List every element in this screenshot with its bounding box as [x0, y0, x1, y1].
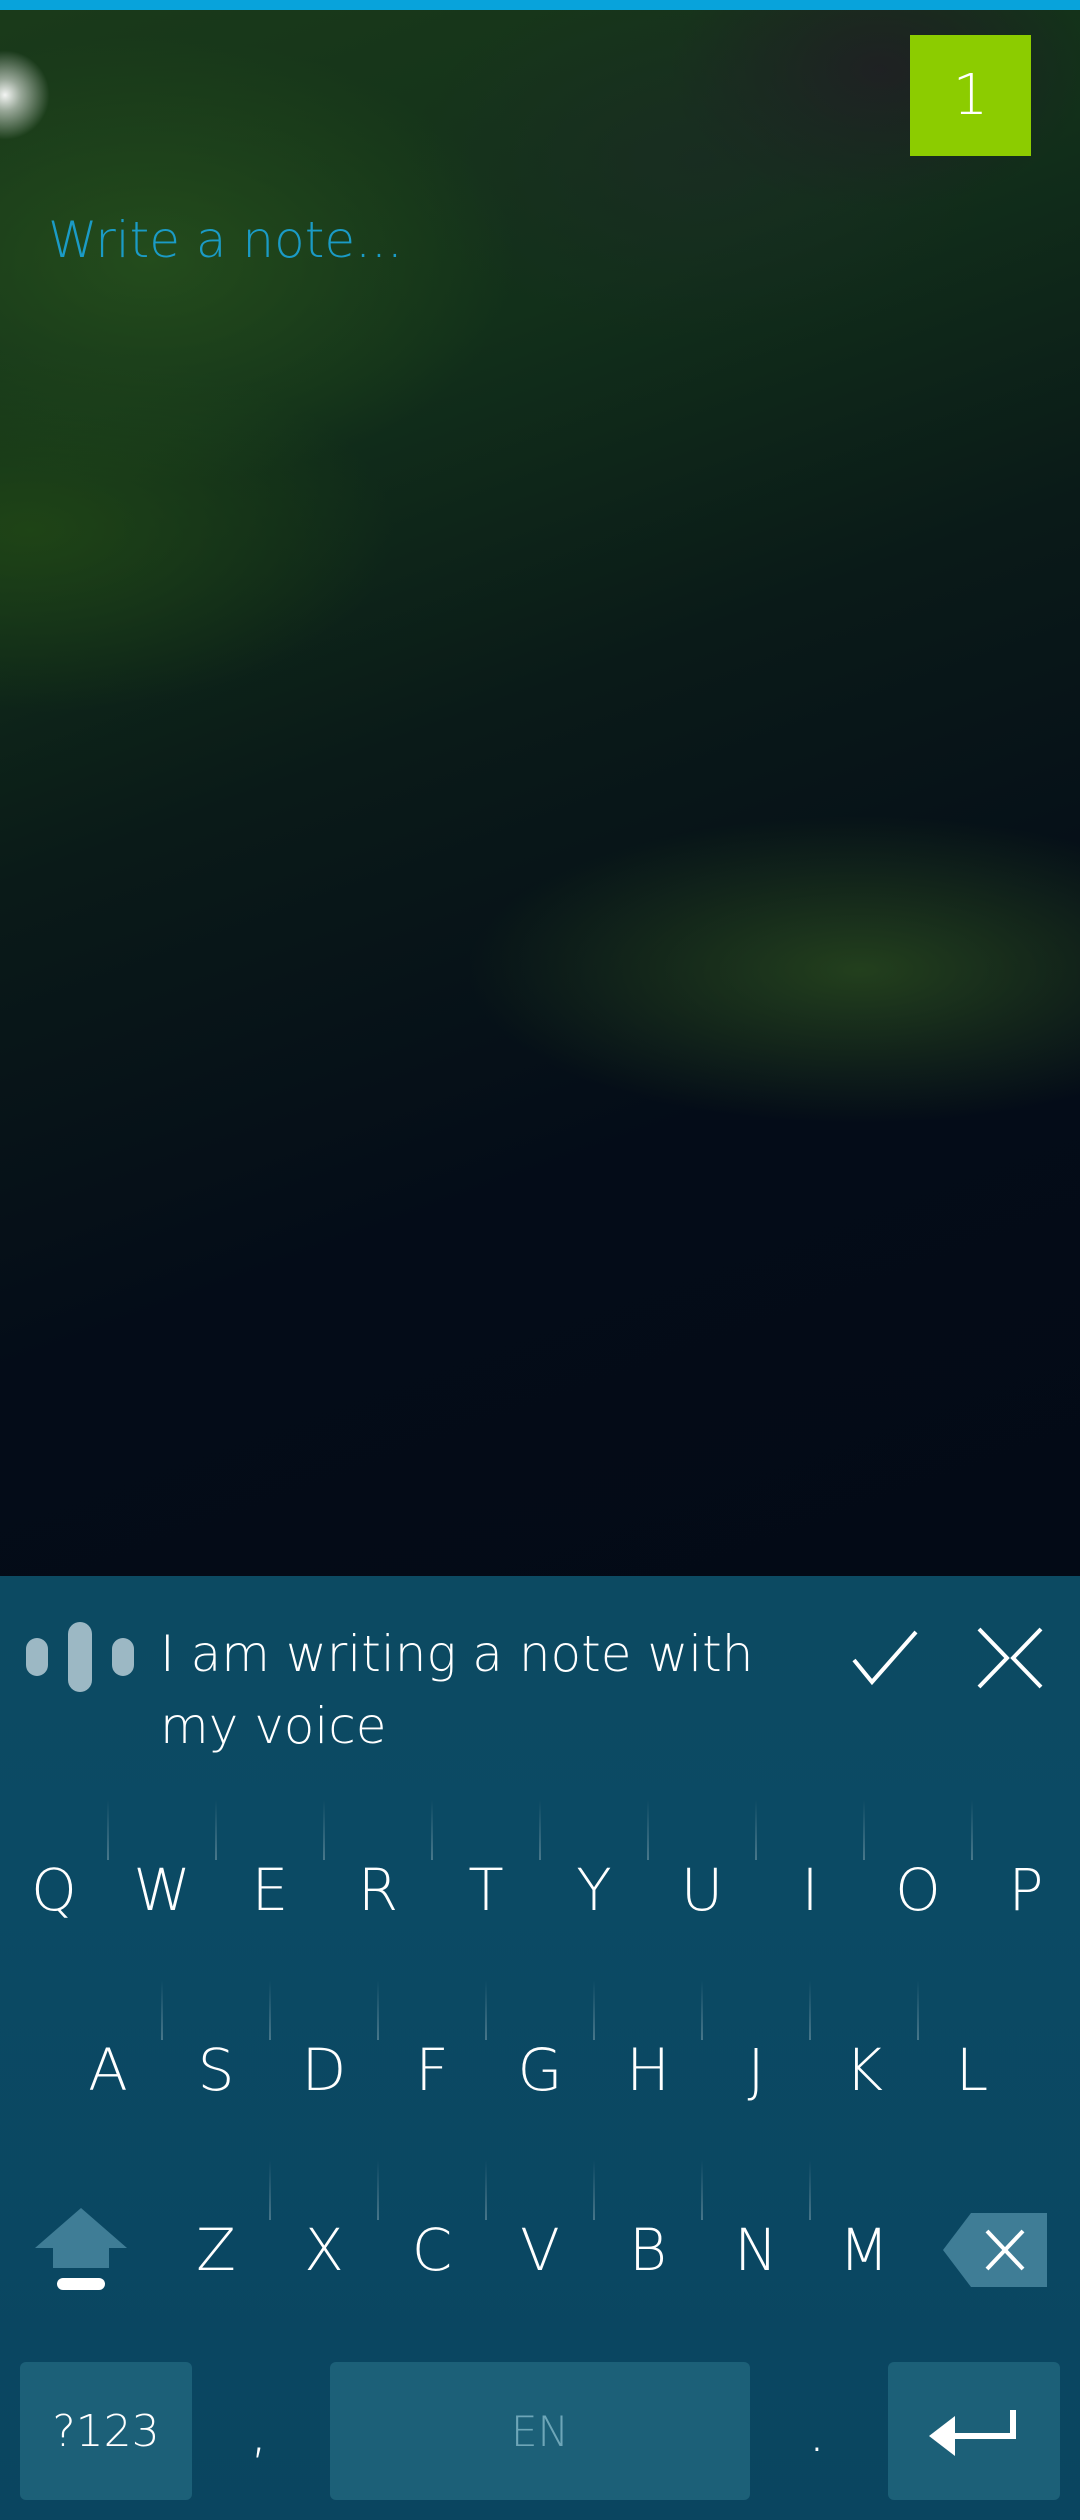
- key-j[interactable]: J: [702, 1995, 810, 2145]
- key-v[interactable]: V: [486, 2175, 594, 2325]
- key-separator: [809, 1980, 811, 2040]
- key-separator: [161, 1980, 163, 2040]
- notification-badge[interactable]: 1: [910, 35, 1031, 156]
- key-a[interactable]: A: [54, 1995, 162, 2145]
- key-separator: [809, 2160, 811, 2220]
- voice-transcript: I am writing a note with my voice: [160, 1625, 754, 1755]
- key-separator: [971, 1800, 973, 1860]
- key-separator: [269, 2160, 271, 2220]
- key-u[interactable]: U: [648, 1815, 756, 1965]
- key-p[interactable]: P: [972, 1815, 1080, 1965]
- key-y[interactable]: Y: [540, 1815, 648, 1965]
- key-separator: [485, 2160, 487, 2220]
- voice-level-icon[interactable]: [26, 1622, 136, 1692]
- key-separator: [863, 1800, 865, 1860]
- key-b[interactable]: B: [594, 2175, 702, 2325]
- space-key[interactable]: EN: [330, 2362, 750, 2500]
- note-input[interactable]: [48, 205, 948, 275]
- key-separator: [215, 1800, 217, 1860]
- symbols-key[interactable]: ?123: [20, 2362, 192, 2500]
- key-l[interactable]: L: [918, 1995, 1026, 2145]
- key-separator: [107, 1800, 109, 1860]
- key-separator: [755, 1800, 757, 1860]
- key-x[interactable]: X: [270, 2175, 378, 2325]
- key-c[interactable]: C: [378, 2175, 486, 2325]
- key-g[interactable]: G: [486, 1995, 594, 2145]
- key-i[interactable]: I: [756, 1815, 864, 1965]
- key-separator: [701, 1980, 703, 2040]
- backspace-icon: [942, 2213, 1047, 2287]
- key-e[interactable]: E: [216, 1815, 324, 1965]
- key-separator: [377, 2160, 379, 2220]
- key-n[interactable]: N: [702, 2175, 810, 2325]
- key-separator: [647, 1800, 649, 1860]
- key-separator: [917, 1980, 919, 2040]
- key-m[interactable]: M: [810, 2175, 918, 2325]
- comma-key[interactable]: ,: [250, 2400, 268, 2465]
- key-o[interactable]: O: [864, 1815, 972, 1965]
- backspace-key[interactable]: [940, 2175, 1055, 2325]
- key-k[interactable]: K: [810, 1995, 918, 2145]
- key-d[interactable]: D: [270, 1995, 378, 2145]
- key-separator: [269, 1980, 271, 2040]
- enter-arrow-icon: [929, 2410, 1016, 2456]
- key-t[interactable]: T: [432, 1815, 540, 1965]
- key-f[interactable]: F: [378, 1995, 486, 2145]
- key-separator: [485, 1980, 487, 2040]
- key-s[interactable]: S: [162, 1995, 270, 2145]
- key-z[interactable]: Z: [162, 2175, 270, 2325]
- key-separator: [593, 1980, 595, 2040]
- key-q[interactable]: Q: [0, 1815, 108, 1965]
- top-accent-bar: [0, 0, 1080, 10]
- enter-key[interactable]: [888, 2362, 1060, 2500]
- period-key[interactable]: .: [808, 2400, 826, 2465]
- close-icon[interactable]: [965, 1618, 1055, 1698]
- shift-key[interactable]: [26, 2175, 136, 2325]
- shift-arrow-icon: [35, 2208, 127, 2290]
- key-separator: [539, 1800, 541, 1860]
- key-separator: [431, 1800, 433, 1860]
- key-separator: [701, 2160, 703, 2220]
- key-w[interactable]: W: [108, 1815, 216, 1965]
- key-separator: [377, 1980, 379, 2040]
- key-h[interactable]: H: [594, 1995, 702, 2145]
- key-separator: [593, 2160, 595, 2220]
- checkmark-icon[interactable]: [840, 1618, 930, 1698]
- key-r[interactable]: R: [324, 1815, 432, 1965]
- key-separator: [323, 1800, 325, 1860]
